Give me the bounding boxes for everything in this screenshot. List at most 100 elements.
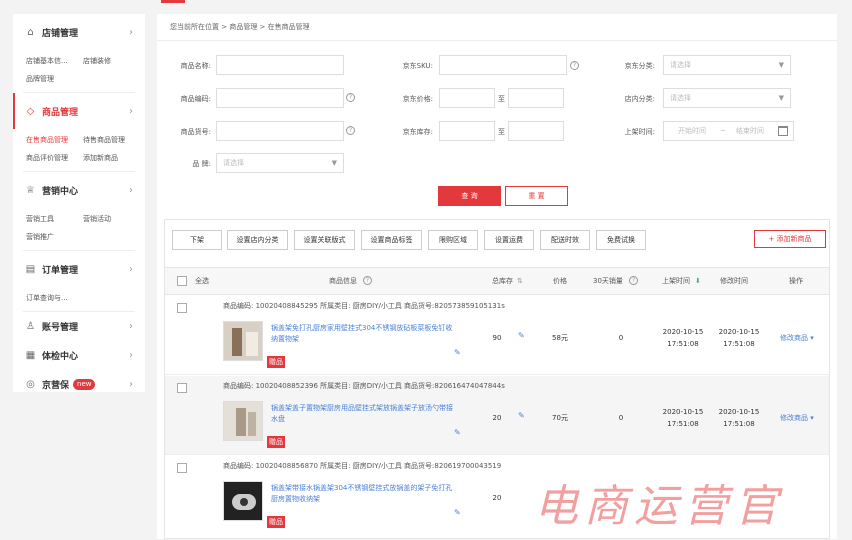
thumb-shape <box>240 498 248 506</box>
sidebar-section-jyb[interactable]: ◎ 京营保 new › <box>13 370 145 399</box>
sidebar-header-orders[interactable]: ▤ 订单管理 › <box>13 251 145 287</box>
thumb-shape <box>232 328 242 356</box>
sort-icon[interactable]: ⇅ <box>517 268 523 294</box>
divider <box>157 40 837 41</box>
edit-product-link[interactable]: 修改商品 ▾ <box>780 413 814 423</box>
sidebar-item-store-decor[interactable]: 店铺装修 <box>83 52 140 70</box>
product-code-input[interactable] <box>216 88 344 108</box>
help-icon[interactable]: ? <box>629 276 638 285</box>
shop-category-select[interactable]: 请选择 ▼ <box>663 88 791 108</box>
sidebar-item-brand[interactable]: 品牌管理 <box>26 70 83 88</box>
sidebar-section-title: 京营保 <box>42 381 70 391</box>
header-sales30: 30天销量 <box>593 277 623 285</box>
calendar-icon[interactable] <box>778 126 788 136</box>
listing-date: 2020-10-15 <box>662 408 704 416</box>
delist-button[interactable]: 下架 <box>172 230 222 250</box>
price-max-input[interactable] <box>508 88 564 108</box>
label-product-sku-no: 商品货号: <box>180 128 211 136</box>
pencil-icon[interactable]: ✎ <box>518 331 525 340</box>
pencil-icon[interactable]: ✎ <box>454 428 461 437</box>
reset-button[interactable]: 重 置 <box>505 186 568 206</box>
sidebar-header-jyb[interactable]: ◎ 京营保 new › <box>13 370 145 399</box>
brand-select[interactable]: 请选择 ▼ <box>216 153 344 173</box>
sales-value: 0 <box>618 414 624 422</box>
sidebar-section-marketing[interactable]: ♕ 营销中心 › 营销工具 营销活动 营销推广 <box>13 172 145 250</box>
free-trial-button[interactable]: 免费试换 <box>596 230 646 250</box>
set-shop-category-button[interactable]: 设置店内分类 <box>227 230 288 250</box>
end-time-placeholder: 结束时间 <box>736 127 764 135</box>
price-min-input[interactable] <box>439 88 495 108</box>
delivery-time-button[interactable]: 配送时效 <box>540 230 590 250</box>
product-name-link[interactable]: 锅盖架盖子置物架厨房用品壁挂式架放锅盖架子放汤勺带接水盘 <box>271 403 457 425</box>
product-thumbnail[interactable] <box>223 321 263 361</box>
sidebar-item-tools[interactable]: 营销工具 <box>26 210 83 228</box>
modify-clock: 17:51:08 <box>723 420 755 428</box>
select-placeholder: 请选择 <box>670 61 691 69</box>
row-checkbox[interactable] <box>177 383 187 393</box>
chevron-down-icon: ▼ <box>778 61 784 69</box>
help-icon[interactable]: ? <box>363 276 372 285</box>
pencil-icon[interactable]: ✎ <box>518 411 525 420</box>
select-all-checkbox[interactable] <box>177 276 187 286</box>
edit-product-link[interactable]: 修改商品 ▾ <box>780 333 814 343</box>
jd-sku-input[interactable] <box>439 55 567 75</box>
sidebar-section-checkup[interactable]: ▦ 体检中心 › <box>13 341 145 370</box>
sidebar-item-add-product[interactable]: 添加新商品 <box>83 149 140 167</box>
listing-date-range[interactable]: 开始时间 ~ 结束时间 <box>663 121 794 141</box>
sidebar-item-activities[interactable]: 营销活动 <box>83 210 140 228</box>
chevron-right-icon: › <box>129 184 133 196</box>
add-product-button[interactable]: + 添加新商品 <box>754 230 826 248</box>
sidebar-item-onsale[interactable]: 在售商品管理 <box>26 131 83 149</box>
gift-badge: 赠品 <box>267 436 285 448</box>
product-name-link[interactable]: 锅盖架免打孔厨房家用壁挂式304不锈钢放砧板菜板免钉收纳置物架 <box>271 323 457 345</box>
stock-max-input[interactable] <box>508 121 564 141</box>
set-tag-button[interactable]: 设置商品标签 <box>361 230 422 250</box>
sidebar-header-products[interactable]: ◇ 商品管理 › <box>13 93 145 129</box>
chevron-down-icon: ▼ <box>778 94 784 102</box>
sidebar-header-account[interactable]: ♙ 账号管理 › <box>13 312 145 341</box>
date-range-separator: ~ <box>720 127 726 135</box>
set-layout-button[interactable]: 设置关联版式 <box>294 230 355 250</box>
help-icon[interactable]: ? <box>346 126 355 135</box>
row-checkbox[interactable] <box>177 303 187 313</box>
caret-down-icon: ▾ <box>810 414 814 422</box>
header-listing-time: 上架时间 <box>662 277 690 285</box>
label-product-code: 商品编码: <box>180 95 211 103</box>
sidebar-section-account[interactable]: ♙ 账号管理 › <box>13 312 145 341</box>
sidebar-item-pending[interactable]: 待售商品管理 <box>83 131 140 149</box>
sidebar-section-orders[interactable]: ▤ 订单管理 › 订单查询与... <box>13 251 145 311</box>
set-freight-button[interactable]: 设置运费 <box>484 230 534 250</box>
help-icon[interactable]: ? <box>346 93 355 102</box>
query-button[interactable]: 查 询 <box>438 186 501 206</box>
product-name-input[interactable] <box>216 55 344 75</box>
sidebar-item-order-query[interactable]: 订单查询与... <box>26 289 126 307</box>
header-ops: 操作 <box>789 277 803 285</box>
sidebar-item-promotion[interactable]: 营销推广 <box>26 228 83 246</box>
product-thumbnail[interactable] <box>223 481 263 521</box>
sidebar-header-checkup[interactable]: ▦ 体检中心 › <box>13 341 145 370</box>
product-sku-no-input[interactable] <box>216 121 344 141</box>
sidebar-header-store[interactable]: ⌂ 店铺管理 › <box>13 14 145 50</box>
product-thumbnail[interactable] <box>223 401 263 441</box>
stock-min-input[interactable] <box>439 121 495 141</box>
limit-region-button[interactable]: 限购区域 <box>428 230 478 250</box>
pencil-icon[interactable]: ✎ <box>454 348 461 357</box>
sidebar-section-title: 商品管理 <box>42 107 79 118</box>
product-name-link[interactable]: 锅盖架带接水锅盖架304不锈钢壁挂式放锅盖的架子免打孔厨房置物收纳架 <box>271 483 457 505</box>
row-checkbox[interactable] <box>177 463 187 473</box>
sidebar-item-reviews[interactable]: 商品评价管理 <box>26 149 83 167</box>
label-jd-stock: 京东库存: <box>402 128 433 136</box>
help-icon[interactable]: ? <box>570 61 579 70</box>
sidebar-header-marketing[interactable]: ♕ 营销中心 › <box>13 172 145 208</box>
sidebar-item-store-info[interactable]: 店铺基本信... <box>26 52 83 70</box>
label-product-name: 商品名称: <box>180 62 211 70</box>
chevron-right-icon: › <box>129 379 133 390</box>
chevron-down-icon: ▼ <box>331 159 337 167</box>
sidebar-section-products[interactable]: ◇ 商品管理 › 在售商品管理 待售商品管理 商品评价管理 添加新商品 <box>13 93 145 171</box>
pencil-icon[interactable]: ✎ <box>454 508 461 517</box>
sort-down-icon[interactable]: ⬇ <box>695 268 701 294</box>
user-icon: ♙ <box>26 321 35 332</box>
jd-category-select[interactable]: 请选择 ▼ <box>663 55 791 75</box>
sidebar-section-store[interactable]: ⌂ 店铺管理 › 店铺基本信... 店铺装修 品牌管理 <box>13 14 145 92</box>
chevron-right-icon: › <box>129 350 133 361</box>
